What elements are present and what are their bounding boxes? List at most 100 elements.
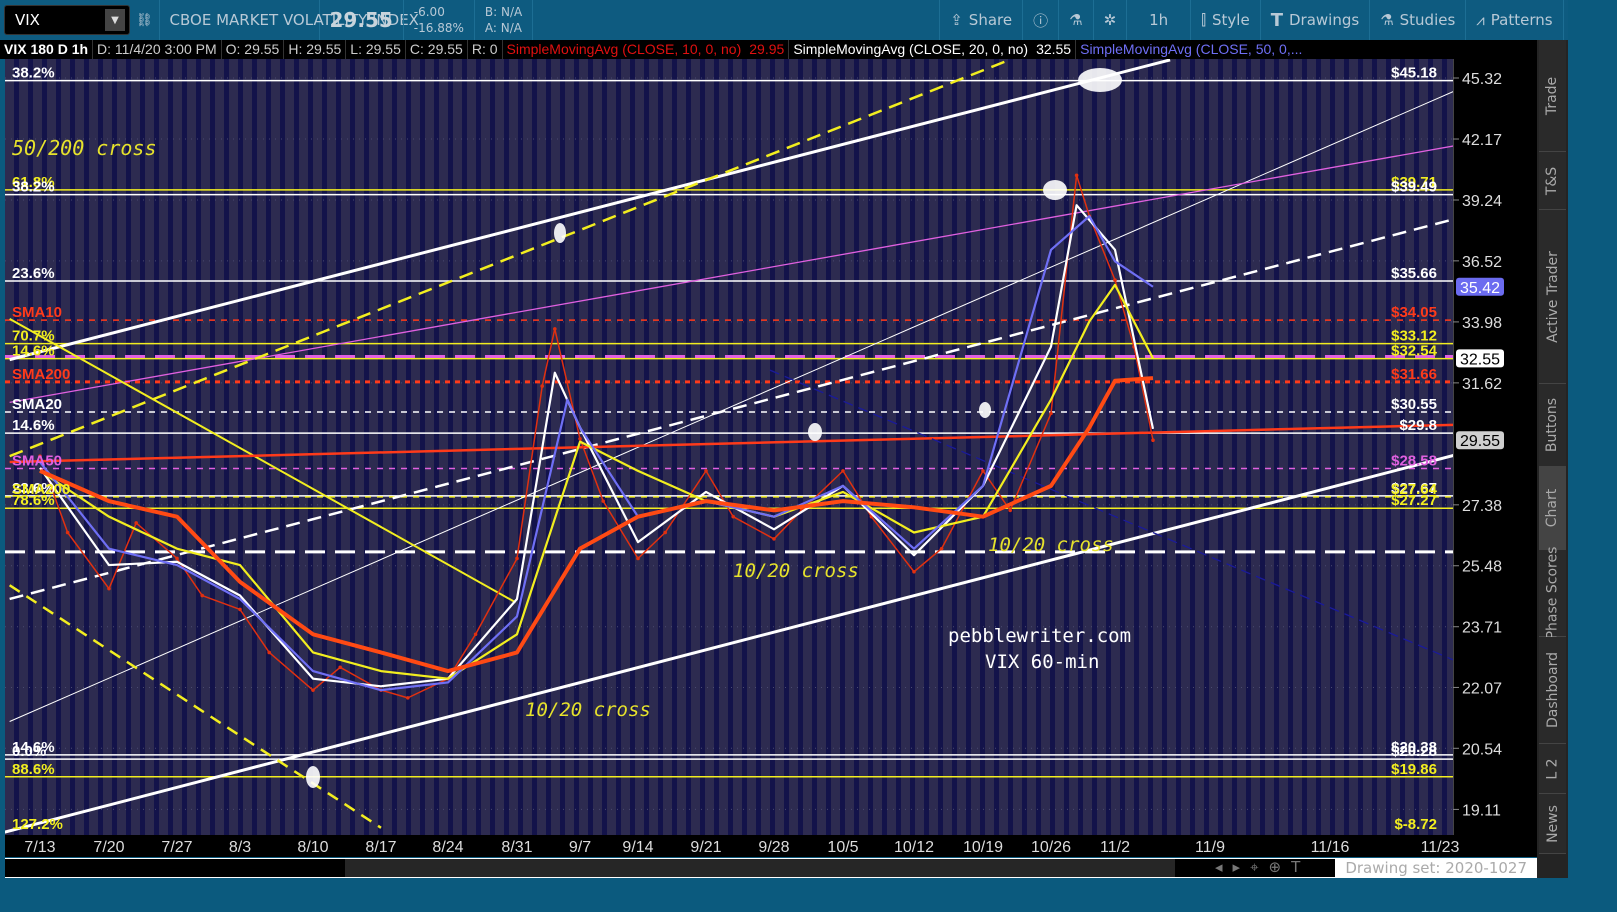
annotation-10-20-cross: 10/20 cross — [525, 699, 651, 721]
trendline-red-near-flat — [9, 423, 1453, 464]
scroll-thumb[interactable] — [345, 859, 1175, 877]
level-right-label: $27.27 — [1391, 492, 1437, 509]
y-tick-label: 31.62 — [1462, 376, 1502, 393]
x-tick-label: 7/27 — [161, 839, 192, 856]
level-right-label: $32.54 — [1391, 343, 1438, 360]
chart-scrollbar[interactable]: ◂ ▸ ⌖ ⊕ T Drawing set: 2020-1027 — [5, 858, 1537, 878]
level-right-label: $30.55 — [1391, 396, 1437, 413]
y-tick-label: 27.38 — [1462, 498, 1502, 515]
sidebar-tab-trade[interactable]: Trade — [1539, 40, 1566, 152]
y-tick-label: 36.52 — [1462, 254, 1502, 271]
watermark-caption: VIX 60-min — [985, 651, 1099, 673]
x-tick-label: 9/14 — [622, 839, 653, 856]
data-point — [981, 469, 985, 473]
sidebar-tab-label: Phase Scores — [1544, 546, 1561, 640]
data-point — [473, 632, 478, 637]
sidebar-tab-news[interactable]: News — [1539, 794, 1566, 854]
x-tick-label: 10/5 — [827, 839, 858, 856]
marker-ellipse — [1078, 68, 1122, 92]
level-right-label: $39.49 — [1391, 179, 1437, 196]
y-tick-label: 33.98 — [1462, 315, 1502, 332]
price-tag-label: 32.55 — [1460, 351, 1500, 368]
x-tick-label: 7/13 — [24, 839, 55, 856]
sidebar-tab-label: Active Trader — [1544, 250, 1561, 343]
right-sidebar: Trade T&S Active Trader Buttons Chart Phase S… — [1537, 40, 1568, 878]
sidebar-tab-dashboard[interactable]: Dashboard — [1539, 637, 1566, 744]
data-point — [731, 514, 735, 519]
sidebar-tab-label: Buttons — [1544, 397, 1561, 453]
trendline-upper-channel — [9, 59, 1171, 362]
data-point — [704, 469, 708, 473]
x-tick-label: 7/20 — [93, 839, 124, 856]
sidebar-tab-label: Trade — [1544, 76, 1561, 115]
vix-chart: 38.2% $45.1861.8% $39.7138.2% $39.4923.6% $3… — [5, 59, 1504, 856]
crosshair-icon[interactable]: ⌖ — [1250, 858, 1258, 876]
data-point — [663, 530, 667, 535]
data-point — [515, 556, 519, 561]
data-point — [1151, 438, 1155, 443]
drawing-set-selector[interactable]: Drawing set: 2020-1027 — [1345, 859, 1527, 877]
sidebar-tab-chart[interactable]: Chart — [1539, 467, 1566, 550]
data-point — [772, 537, 776, 541]
level-right-label: $35.66 — [1391, 265, 1437, 282]
level-left-label: 14.6% — [12, 343, 55, 360]
data-point — [107, 586, 111, 591]
data-point — [406, 696, 410, 700]
level-right-label: $29.8 — [1399, 417, 1437, 434]
y-tick-label: 19.11 — [1462, 802, 1501, 819]
x-tick-label: 9/28 — [758, 839, 789, 856]
data-point — [636, 556, 640, 561]
data-point — [939, 546, 944, 551]
x-tick-label: 8/10 — [297, 839, 328, 856]
scroll-right-icon[interactable]: ▸ — [1233, 858, 1241, 876]
x-tick-label: 8/3 — [229, 839, 251, 856]
sidebar-tab-active-trader[interactable]: Active Trader — [1539, 210, 1566, 384]
sidebar-tab-t-s[interactable]: T&S — [1539, 152, 1566, 210]
zoom-icon[interactable]: ⊕ — [1269, 858, 1282, 876]
data-point — [267, 650, 272, 655]
x-tick-label: 11/16 — [1311, 839, 1350, 856]
x-tick-label: 8/24 — [432, 839, 463, 856]
marker-ellipse — [808, 423, 822, 441]
level-left-label: 78.6% — [12, 492, 55, 509]
sidebar-tab-l-2[interactable]: L 2 — [1539, 744, 1566, 794]
level-left-label: 0.0% — [12, 743, 46, 760]
sidebar-tab-label: L 2 — [1544, 757, 1561, 780]
x-tick-label: 11/9 — [1195, 839, 1225, 856]
level-left-label: 127.2% — [12, 816, 63, 833]
window-edge — [1568, 0, 1617, 912]
trendline-mid-dashed — [9, 219, 1450, 601]
level-left-label: 38.2% — [12, 65, 55, 82]
text-tool-icon[interactable]: T — [1291, 858, 1300, 876]
marker-ellipse — [306, 766, 320, 788]
trendline-yellow-dashed-up — [9, 60, 1006, 458]
x-tick-label: 11/23 — [1421, 839, 1460, 856]
marker-ellipse — [1043, 180, 1067, 200]
x-tick-label: 8/17 — [365, 839, 396, 856]
x-tick-label: 9/7 — [569, 839, 591, 856]
data-point — [175, 556, 179, 561]
data-point — [1113, 278, 1117, 282]
trendline-yellow-dashed-down — [8, 584, 382, 829]
level-left-label: SMA50 — [12, 453, 62, 470]
sidebar-tab-phase-scores[interactable]: Phase Scores — [1539, 546, 1566, 640]
level-left-label: SMA10 — [12, 304, 62, 321]
x-tick-label: 10/26 — [1031, 839, 1071, 856]
sidebar-tab-label: T&S — [1544, 166, 1561, 195]
y-tick-label: 45.32 — [1462, 71, 1502, 88]
level-right-label: $45.18 — [1391, 65, 1437, 82]
level-right-label: $19.86 — [1391, 761, 1437, 778]
data-point — [578, 437, 582, 441]
data-point — [841, 469, 845, 473]
level-left-label: 14.6% — [12, 417, 55, 434]
scroll-left-icon[interactable]: ◂ — [1215, 858, 1223, 876]
trendline-lower-channel — [5, 454, 1453, 834]
watermark-site: pebblewriter.com — [948, 625, 1131, 647]
data-point — [1049, 411, 1053, 416]
data-point — [200, 593, 204, 598]
data-point — [1074, 173, 1079, 178]
annotation-10-20-cross: 10/20 cross — [733, 560, 859, 582]
y-tick-label: 23.71 — [1462, 620, 1502, 637]
y-tick-label: 20.54 — [1462, 741, 1502, 758]
sidebar-tab-buttons[interactable]: Buttons — [1539, 384, 1566, 467]
